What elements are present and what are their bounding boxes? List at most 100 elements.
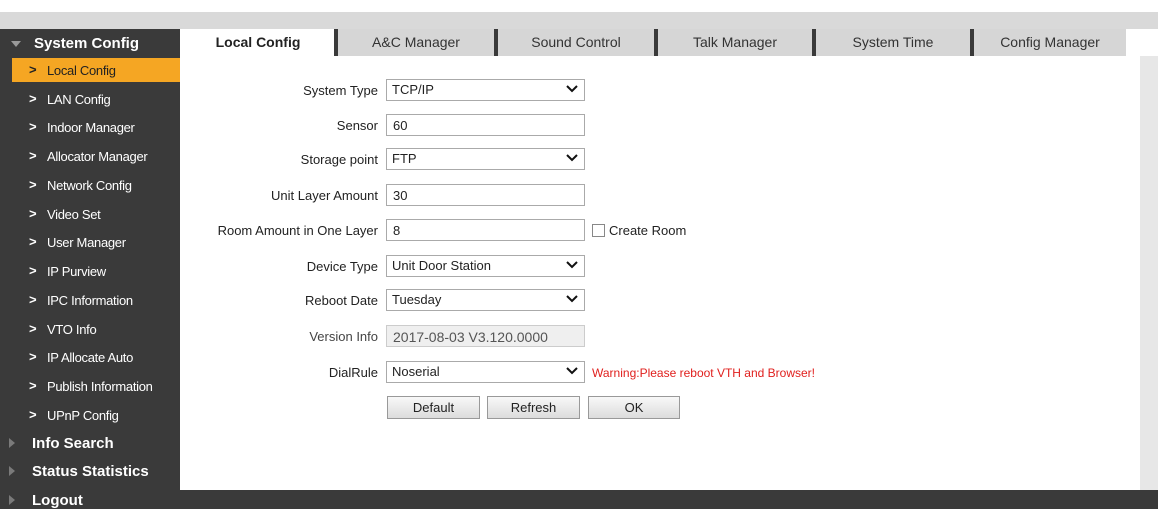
version-info-value: 2017-08-03 V3.120.0000 — [393, 329, 548, 345]
device-type-row: Device Type — [180, 255, 378, 277]
chevron-down-icon — [565, 151, 579, 165]
unit-layer-amount-label: Unit Layer Amount — [271, 188, 378, 203]
unit-layer-amount-row: Unit Layer Amount — [180, 184, 378, 206]
refresh-button[interactable]: Refresh — [487, 396, 580, 419]
tab-talk-manager[interactable]: Talk Manager — [654, 29, 812, 56]
system-type-label: System Type — [303, 83, 378, 98]
room-amount-value: 8 — [393, 223, 401, 238]
sidebar-item-lan-config[interactable]: > LAN Config — [0, 87, 180, 111]
sidebar-item-indoor-manager[interactable]: > Indoor Manager — [0, 115, 180, 139]
sidebar-item-vto-info[interactable]: > VTO Info — [0, 317, 180, 341]
sidebar-group-info-search[interactable]: Info Search — [0, 429, 180, 456]
default-button[interactable]: Default — [387, 396, 480, 419]
dial-rule-select[interactable]: Noserial — [386, 361, 585, 383]
tab-ac-manager[interactable]: A&C Manager — [334, 29, 494, 56]
sidebar-item-label: IPC Information — [47, 293, 133, 308]
create-room-checkbox[interactable] — [592, 224, 605, 237]
sidebar-item-ip-purview[interactable]: > IP Purview — [0, 259, 180, 283]
storage-point-row: Storage point — [180, 148, 378, 170]
sidebar-item-video-set[interactable]: > Video Set — [0, 202, 180, 226]
sidebar-item-label: VTO Info — [47, 322, 97, 337]
chevron-right-icon: > — [29, 148, 37, 163]
device-type-select[interactable]: Unit Door Station — [386, 255, 585, 277]
chevron-down-icon — [565, 258, 579, 272]
chevron-right-icon: > — [29, 378, 37, 393]
room-amount-row: Room Amount in One Layer — [180, 219, 378, 241]
sensor-row: Sensor — [180, 114, 378, 136]
reboot-warning: Warning:Please reboot VTH and Browser! — [592, 366, 815, 380]
chevron-right-icon: > — [29, 234, 37, 249]
sidebar-item-ip-allocate-auto[interactable]: > IP Allocate Auto — [0, 345, 180, 369]
unit-layer-amount-value: 30 — [393, 188, 408, 203]
system-type-select[interactable]: TCP/IP — [386, 79, 585, 101]
sidebar-item-allocator-manager[interactable]: > Allocator Manager — [0, 144, 180, 168]
content-right-edge — [1140, 29, 1158, 491]
storage-point-select[interactable]: FTP — [386, 148, 585, 170]
expand-right-icon — [9, 438, 15, 448]
sensor-label: Sensor — [336, 118, 378, 133]
sidebar-item-ipc-information[interactable]: > IPC Information — [0, 288, 180, 312]
create-room-label: Create Room — [609, 223, 687, 238]
sidebar-item-local-config[interactable]: > Local Config — [12, 58, 180, 82]
sidebar-item-label: User Manager — [47, 235, 126, 250]
sidebar: System Config > Local Config > LAN Confi… — [0, 29, 180, 509]
sidebar-item-label: Publish Information — [47, 379, 153, 394]
sidebar-group-system-config[interactable]: System Config — [0, 29, 180, 56]
chevron-down-icon — [565, 82, 579, 96]
sidebar-item-user-manager[interactable]: > User Manager — [0, 230, 180, 254]
sidebar-group-label: System Config — [34, 35, 140, 52]
unit-layer-amount-input[interactable]: 30 — [386, 184, 585, 206]
sidebar-item-label: Local Config — [47, 63, 116, 78]
ok-button[interactable]: OK — [588, 396, 680, 419]
expand-right-icon — [9, 495, 15, 505]
sidebar-item-upnp-config[interactable]: > UPnP Config — [0, 403, 180, 427]
reboot-date-select[interactable]: Tuesday — [386, 289, 585, 311]
version-info-label: Version Info — [309, 329, 378, 344]
chevron-right-icon: > — [29, 206, 37, 221]
sidebar-item-label: UPnP Config — [47, 408, 119, 423]
sensor-value: 60 — [393, 118, 408, 133]
storage-point-label: Storage point — [300, 152, 378, 167]
chevron-right-icon: > — [29, 119, 37, 134]
expand-right-icon — [9, 466, 15, 476]
reboot-date-value: Tuesday — [392, 292, 442, 307]
device-type-value: Unit Door Station — [392, 258, 491, 273]
sidebar-item-label: Allocator Manager — [47, 149, 148, 164]
sidebar-item-label: Video Set — [47, 207, 101, 222]
sidebar-group-status-statistics[interactable]: Status Statistics — [0, 457, 180, 484]
sidebar-group-logout[interactable]: Logout — [0, 486, 180, 509]
version-info-field: 2017-08-03 V3.120.0000 — [386, 325, 585, 347]
tab-system-time[interactable]: System Time — [812, 29, 970, 56]
chevron-right-icon: > — [29, 62, 37, 77]
content-footer-bar — [180, 490, 1158, 509]
version-info-row: Version Info — [180, 325, 378, 347]
chevron-right-icon: > — [29, 292, 37, 307]
chevron-down-icon — [565, 364, 579, 378]
tab-bar: Local Config A&C Manager Sound Control T… — [180, 29, 1158, 56]
top-strip — [0, 12, 1158, 29]
reboot-date-label: Reboot Date — [305, 293, 378, 308]
sidebar-group-label: Logout — [32, 492, 83, 509]
device-type-label: Device Type — [306, 259, 378, 274]
sidebar-item-network-config[interactable]: > Network Config — [0, 173, 180, 197]
room-amount-input[interactable]: 8 — [386, 219, 585, 241]
storage-point-value: FTP — [392, 151, 417, 166]
sidebar-item-publish-information[interactable]: > Publish Information — [0, 374, 180, 398]
tab-sound-control[interactable]: Sound Control — [494, 29, 654, 56]
dial-rule-row: DialRule — [180, 361, 378, 383]
reboot-date-row: Reboot Date — [180, 289, 378, 311]
system-type-row: System Type — [180, 79, 378, 101]
tab-local-config[interactable]: Local Config — [182, 29, 334, 56]
tab-config-manager[interactable]: Config Manager — [970, 29, 1126, 56]
system-type-value: TCP/IP — [392, 82, 434, 97]
room-amount-label: Room Amount in One Layer — [217, 223, 378, 238]
chevron-down-icon — [565, 292, 579, 306]
sidebar-item-label: Network Config — [47, 178, 132, 193]
sidebar-group-label: Info Search — [32, 435, 114, 452]
chevron-right-icon: > — [29, 321, 37, 336]
sensor-input[interactable]: 60 — [386, 114, 585, 136]
sidebar-item-label: LAN Config — [47, 92, 111, 107]
chevron-right-icon: > — [29, 177, 37, 192]
chevron-right-icon: > — [29, 263, 37, 278]
chevron-right-icon: > — [29, 407, 37, 422]
